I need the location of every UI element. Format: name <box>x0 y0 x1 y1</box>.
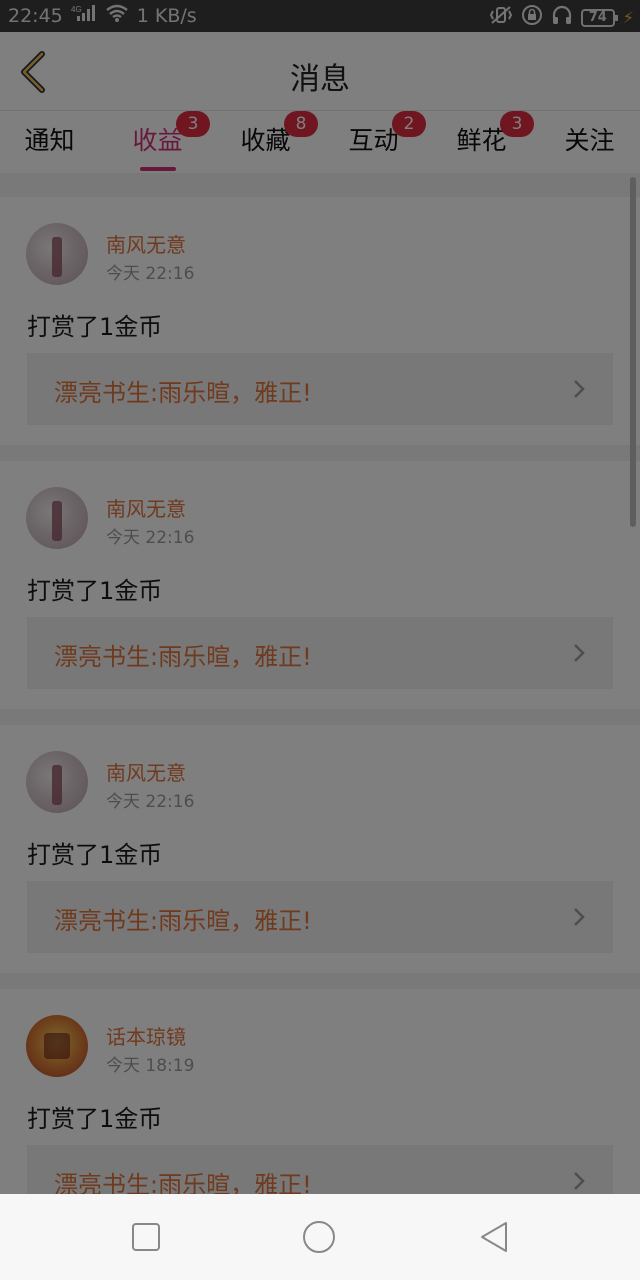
home-button[interactable] <box>302 1220 336 1254</box>
tab-earnings[interactable]: 收益 3 <box>104 111 211 171</box>
vibrate-icon <box>489 5 513 30</box>
chevron-right-icon <box>574 908 585 926</box>
quoted-work-title: 漂亮书生:雨乐暄，雅正! <box>54 907 312 935</box>
tab-follows[interactable]: 关注 <box>536 121 640 157</box>
circle-icon <box>303 1221 335 1253</box>
message-card: 话本琼镜 今天 18:19 打赏了1金币 漂亮书生:雨乐暄，雅正! <box>0 989 640 1194</box>
tab-notifications[interactable]: 通知 <box>0 121 103 157</box>
avatar[interactable] <box>26 223 88 285</box>
wifi-icon <box>105 4 129 27</box>
scrollbar[interactable] <box>630 177 636 527</box>
message-time: 今天 22:16 <box>106 264 195 284</box>
message-card: 南风无意 今天 22:16 打赏了1金币 漂亮书生:雨乐暄，雅正! <box>0 461 640 709</box>
signal-icon: 4G <box>71 4 97 27</box>
quoted-work-link[interactable]: 漂亮书生:雨乐暄，雅正! <box>27 617 613 689</box>
avatar[interactable] <box>26 1015 88 1077</box>
message-time: 今天 22:16 <box>106 528 195 548</box>
chevron-right-icon <box>574 1172 585 1190</box>
back-nav-button[interactable] <box>476 1220 510 1254</box>
status-bar: 22:45 4G 1 KB/s 74 ⚡ <box>0 0 640 32</box>
tab-label: 收益 <box>132 126 183 155</box>
chevron-right-icon <box>574 644 585 662</box>
app-header: 消息 <box>0 32 640 111</box>
unread-badge: 3 <box>176 111 210 137</box>
unread-badge: 2 <box>392 111 426 137</box>
message-text: 打赏了1金币 <box>27 1105 163 1133</box>
network-speed: 1 KB/s <box>136 4 197 27</box>
status-time: 22:45 <box>8 4 63 27</box>
message-text: 打赏了1金币 <box>27 577 163 605</box>
tab-flowers[interactable]: 鲜花 3 <box>428 111 535 157</box>
sender-name[interactable]: 南风无意 <box>106 493 186 522</box>
quoted-work-title: 漂亮书生:雨乐暄，雅正! <box>54 1171 312 1194</box>
quoted-work-title: 漂亮书生:雨乐暄，雅正! <box>54 379 312 407</box>
active-tab-indicator <box>140 167 176 171</box>
quoted-work-link[interactable]: 漂亮书生:雨乐暄，雅正! <box>27 353 613 425</box>
sender-name[interactable]: 南风无意 <box>106 757 186 786</box>
message-card: 南风无意 今天 22:16 打赏了1金币 漂亮书生:雨乐暄，雅正! <box>0 197 640 445</box>
avatar[interactable] <box>26 487 88 549</box>
tab-interactions[interactable]: 互动 2 <box>320 111 427 157</box>
charging-icon: ⚡ <box>622 8 634 27</box>
quoted-work-link[interactable]: 漂亮书生:雨乐暄，雅正! <box>27 1145 613 1194</box>
headphones-icon <box>551 4 573 31</box>
tab-label: 收藏 <box>240 126 291 155</box>
unread-badge: 3 <box>500 111 534 137</box>
tab-label: 通知 <box>24 126 75 155</box>
triangle-back-icon <box>481 1222 507 1252</box>
sender-name[interactable]: 话本琼镜 <box>106 1021 186 1050</box>
recent-apps-button[interactable] <box>129 1220 163 1254</box>
sender-name[interactable]: 南风无意 <box>106 229 186 258</box>
unread-badge: 8 <box>284 111 318 137</box>
page-title: 消息 <box>290 62 350 97</box>
system-nav-bar <box>0 1194 640 1280</box>
square-icon <box>132 1223 160 1251</box>
quoted-work-link[interactable]: 漂亮书生:雨乐暄，雅正! <box>27 881 613 953</box>
tab-bar: 通知 收益 3 收藏 8 互动 2 鲜花 3 关注 <box>0 111 640 173</box>
network-label: 4G <box>71 5 82 14</box>
chevron-right-icon <box>574 380 585 398</box>
tab-label: 互动 <box>348 126 399 155</box>
message-time: 今天 18:19 <box>106 1056 195 1076</box>
avatar[interactable] <box>26 751 88 813</box>
tab-label: 关注 <box>564 126 615 155</box>
battery-icon: 74 <box>580 8 618 27</box>
tab-label: 鲜花 <box>456 126 507 155</box>
quoted-work-title: 漂亮书生:雨乐暄，雅正! <box>54 643 312 671</box>
message-time: 今天 22:16 <box>106 792 195 812</box>
lock-rotation-icon <box>521 4 543 31</box>
app-content: 消息 通知 收益 3 收藏 8 互动 2 鲜花 3 关注 南风无意 今天 22:… <box>0 32 640 1194</box>
message-card: 南风无意 今天 22:16 打赏了1金币 漂亮书生:雨乐暄，雅正! <box>0 725 640 973</box>
message-text: 打赏了1金币 <box>27 841 163 869</box>
message-text: 打赏了1金币 <box>27 313 163 341</box>
tab-favorites[interactable]: 收藏 8 <box>212 111 319 157</box>
